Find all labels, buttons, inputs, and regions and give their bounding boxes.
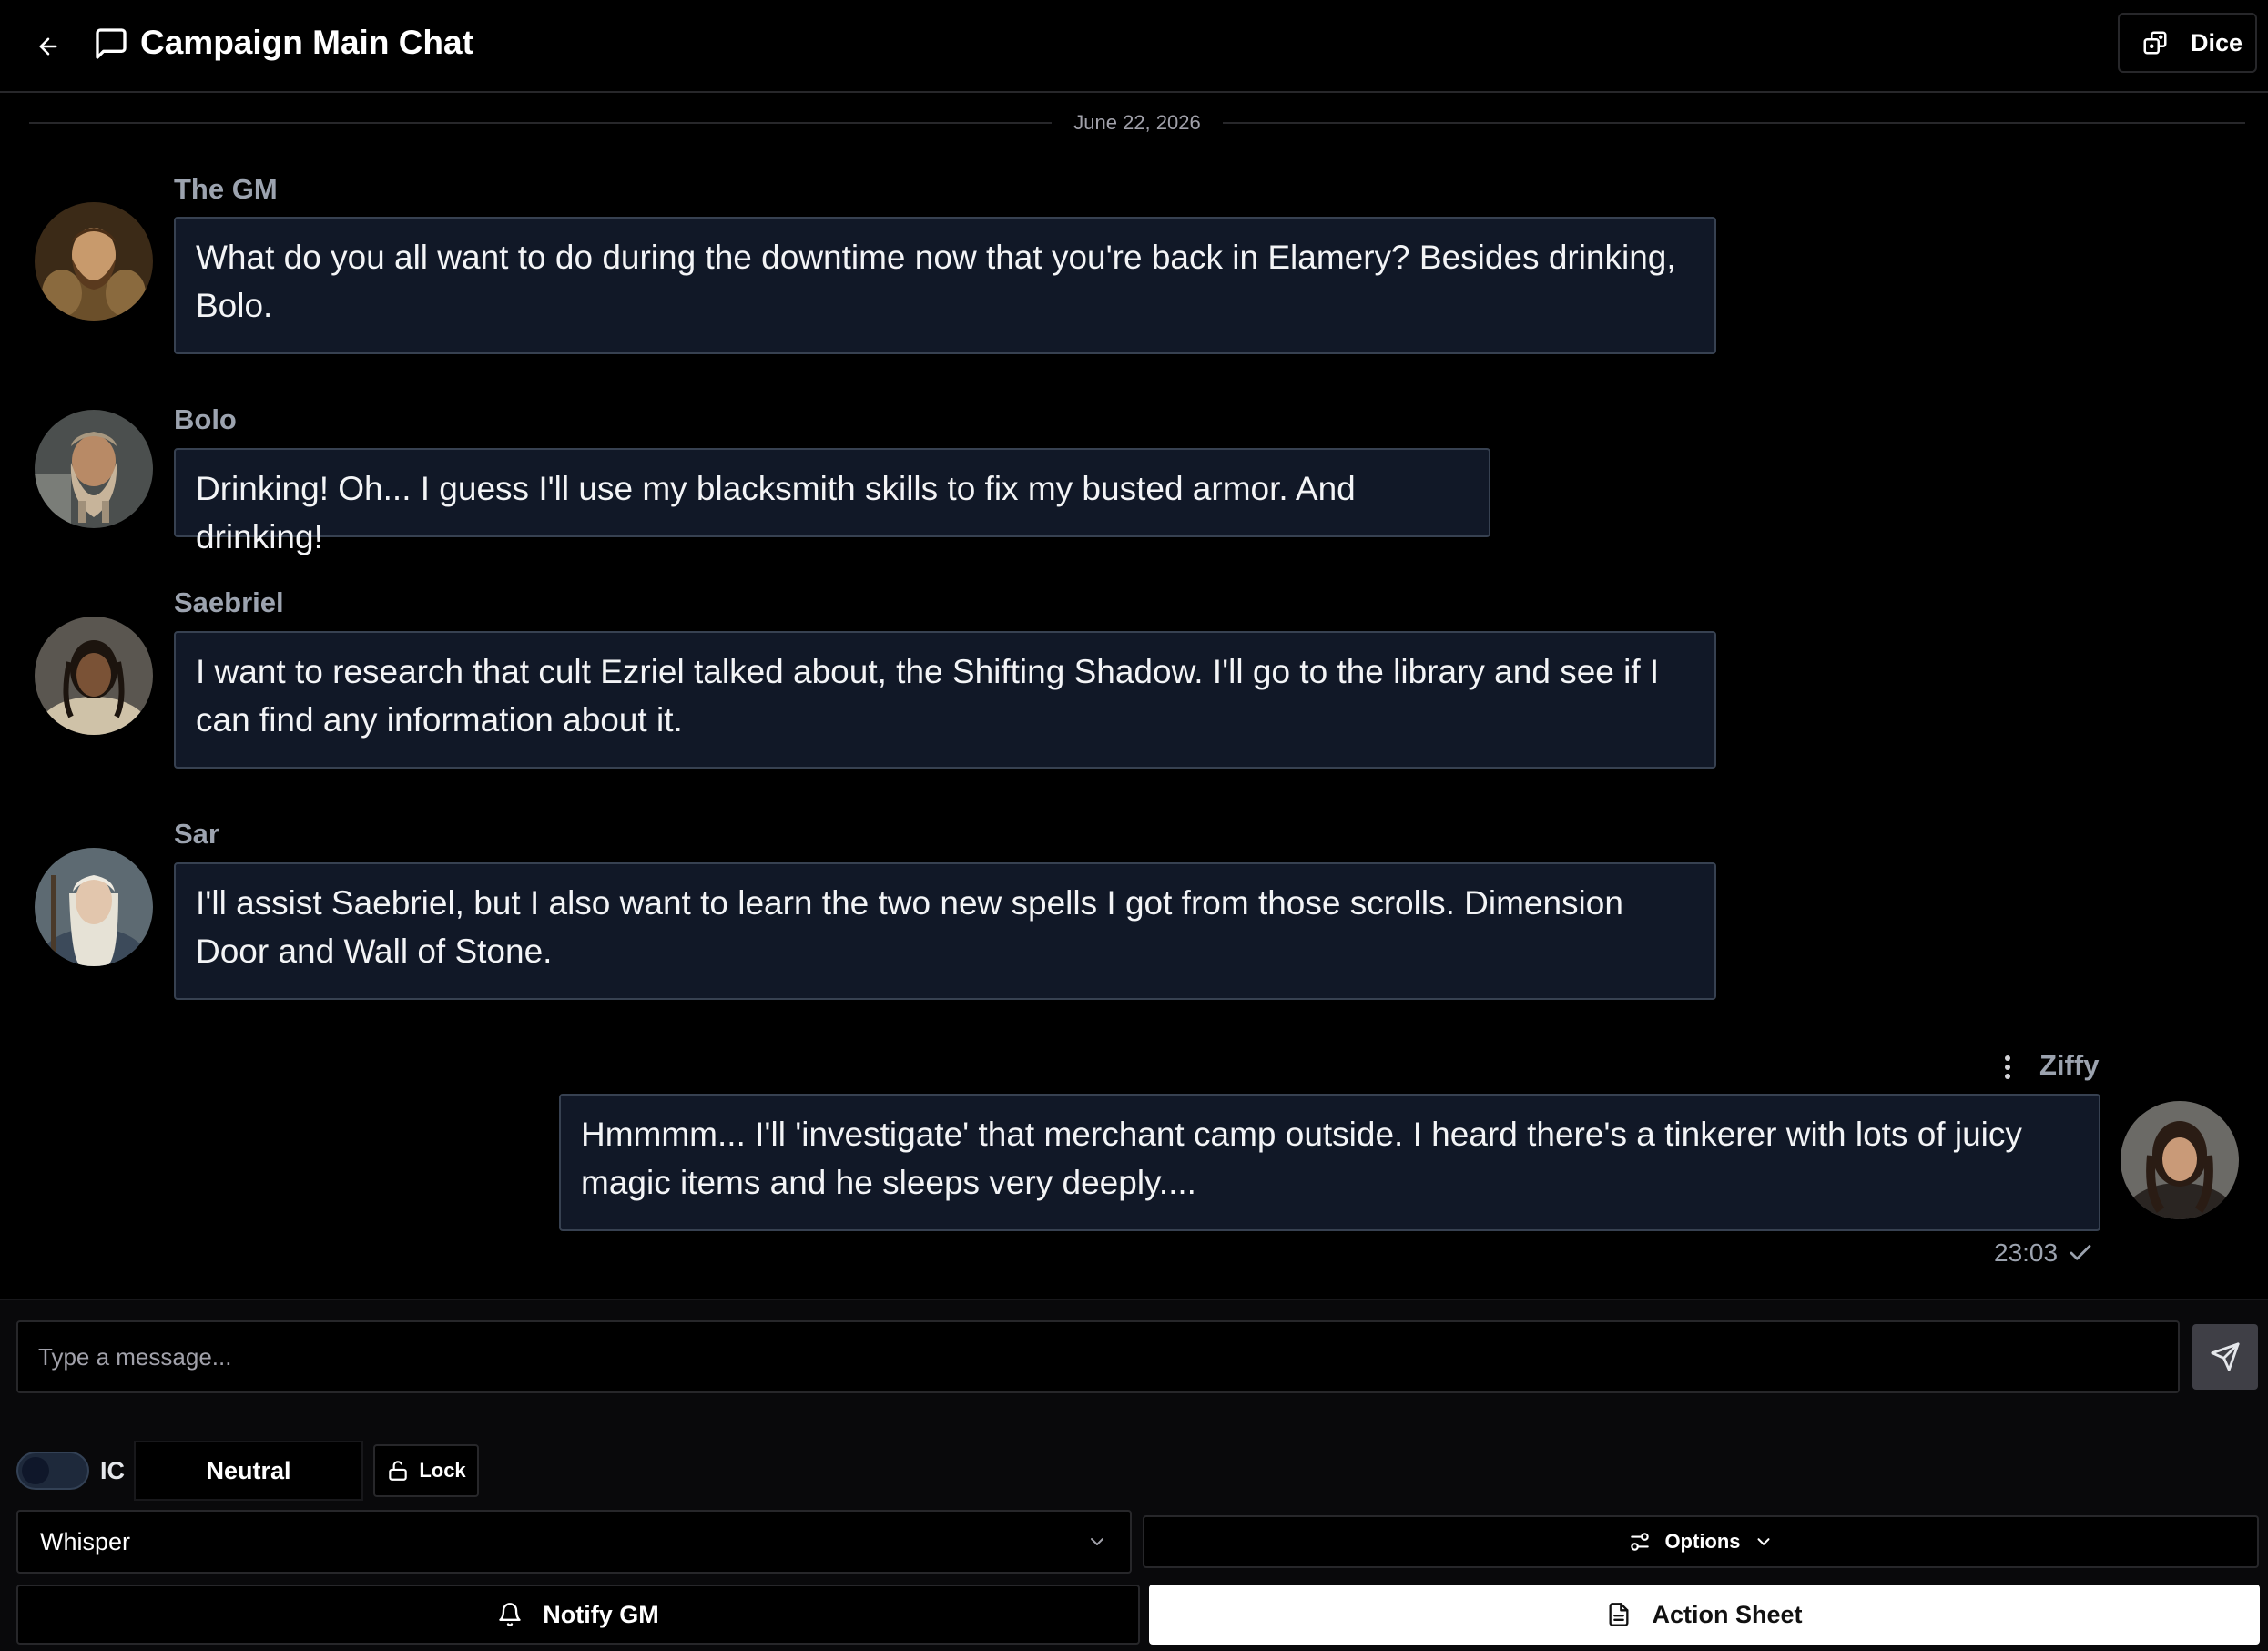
avatar[interactable] [35, 202, 153, 321]
notify-gm-button[interactable]: Notify GM [16, 1585, 1140, 1645]
message-input[interactable] [16, 1320, 2180, 1393]
whisper-value: Whisper [40, 1527, 131, 1555]
whisper-select[interactable]: Whisper [16, 1510, 1132, 1574]
action-sheet-label: Action Sheet [1652, 1600, 1803, 1628]
rogue-woman-portrait [2121, 1101, 2239, 1219]
sender-name: The GM [174, 173, 278, 205]
date-label: June 22, 2026 [1073, 111, 1201, 134]
message-time: 23:03 [1994, 1238, 2059, 1267]
message-meta: 23:03 [1994, 1238, 2094, 1268]
divider-line [29, 122, 1053, 124]
divider-line [1222, 122, 2245, 124]
sender-name: Sar [174, 818, 219, 850]
message-more-button[interactable] [1994, 1049, 2021, 1085]
dice-icon [2143, 31, 2167, 55]
dwarf-warrior-portrait [35, 410, 153, 528]
unlock-icon [389, 1461, 408, 1481]
notify-label: Notify GM [543, 1600, 659, 1628]
message-bubble: I'll assist Saebriel, but I also want to… [174, 862, 1716, 1000]
action-sheet-button[interactable]: Action Sheet [1149, 1585, 2260, 1645]
lock-label: Lock [419, 1459, 466, 1482]
sliders-icon [1631, 1533, 1650, 1551]
chevron-down-icon [1091, 1538, 1103, 1545]
message-bubble: I want to research that cult Ezriel talk… [174, 631, 1716, 769]
avatar[interactable] [35, 410, 153, 528]
neutral-button[interactable]: Neutral [134, 1441, 363, 1501]
dice-button[interactable]: Dice [2118, 13, 2257, 73]
elf-braids-portrait [35, 617, 153, 735]
check-icon [2070, 1245, 2091, 1260]
avatar[interactable] [2121, 1101, 2239, 1219]
page-title: Campaign Main Chat [140, 24, 473, 61]
chat-header: Campaign Main Chat Dice [0, 0, 2268, 93]
avatar[interactable] [35, 617, 153, 735]
avatar[interactable] [35, 848, 153, 966]
message-bubble: What do you all want to do during the do… [174, 217, 1716, 354]
bell-icon [499, 1603, 521, 1626]
chevron-down-icon [1757, 1538, 1770, 1545]
file-text-icon [1609, 1603, 1629, 1626]
sender-name: Bolo [174, 403, 237, 435]
message-bubble: Drinking! Oh... I guess I'll use my blac… [174, 448, 1490, 555]
arrow-left-icon [39, 37, 57, 56]
more-vertical-icon [2005, 1055, 2010, 1079]
send-icon [2211, 1342, 2240, 1371]
lock-button[interactable]: Lock [373, 1444, 479, 1497]
silver-hair-mage-portrait [35, 848, 153, 966]
message-square-icon [96, 28, 127, 59]
send-button[interactable] [2192, 1324, 2258, 1390]
sender-name: Ziffy [2039, 1049, 2100, 1081]
bearded-man-fur-portrait [35, 202, 153, 321]
back-button[interactable] [27, 25, 69, 67]
sender-name: Saebriel [174, 586, 284, 618]
message-bubble: Hmmmm... I'll 'investigate' that merchan… [559, 1094, 2100, 1231]
options-button[interactable]: Options [1143, 1515, 2259, 1568]
toggle-knob [22, 1457, 49, 1484]
ic-label: IC [100, 1457, 125, 1484]
options-label: Options [1664, 1530, 1741, 1553]
dice-label: Dice [2191, 28, 2243, 56]
ic-toggle[interactable] [16, 1452, 89, 1490]
date-divider: June 22, 2026 [29, 109, 2245, 137]
composer-panel: IC Neutral Lock Whisper Options Notify G… [0, 1299, 2268, 1651]
